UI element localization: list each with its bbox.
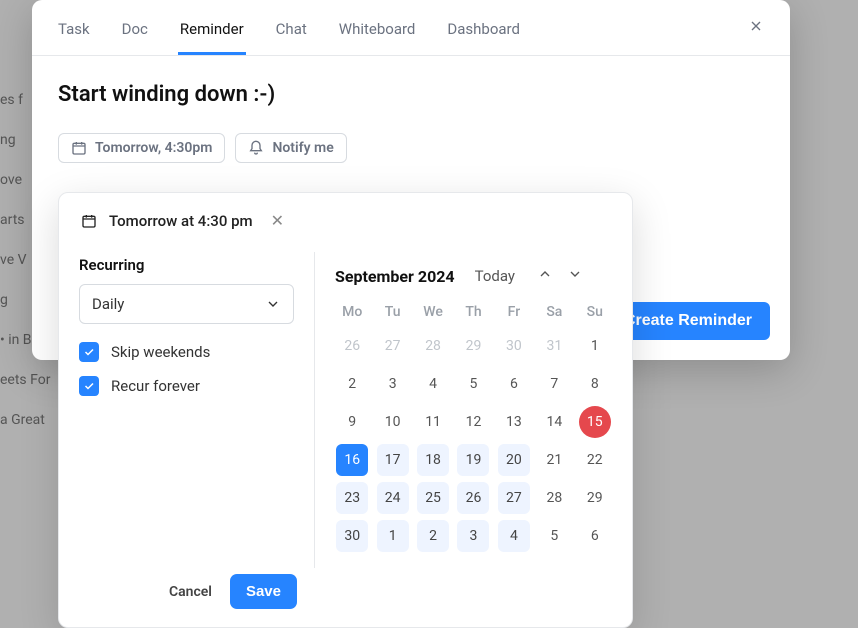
calendar-day[interactable]: 8 <box>579 368 611 400</box>
calendar-day[interactable]: 4 <box>498 520 530 552</box>
checkbox-checked-icon <box>79 342 99 362</box>
calendar-dow: Fr <box>497 304 531 324</box>
calendar-day[interactable]: 27 <box>498 482 530 514</box>
calendar-day[interactable]: 2 <box>417 520 449 552</box>
calendar-prev-icon[interactable] <box>533 264 557 288</box>
calendar-day[interactable]: 6 <box>579 520 611 552</box>
calendar-dow: Tu <box>375 304 409 324</box>
recurring-frequency-select[interactable]: Daily <box>79 284 294 324</box>
calendar-day[interactable]: 12 <box>457 406 489 438</box>
calendar-grid: MoTuWeThFrSaSu26272829303112345678910111… <box>335 304 612 552</box>
calendar-dow: Mo <box>335 304 369 324</box>
calendar-day[interactable]: 13 <box>498 406 530 438</box>
calendar-day[interactable]: 17 <box>377 444 409 476</box>
calendar-day[interactable]: 6 <box>498 368 530 400</box>
date-chip[interactable]: Tomorrow, 4:30pm <box>58 133 225 163</box>
clear-date-icon[interactable]: ✕ <box>271 211 284 230</box>
calendar-day[interactable]: 19 <box>457 444 489 476</box>
tab-reminder[interactable]: Reminder <box>178 12 246 55</box>
calendar-day[interactable]: 15 <box>579 406 611 438</box>
calendar-day[interactable]: 4 <box>417 368 449 400</box>
recurring-heading: Recurring <box>79 256 294 274</box>
calendar-today-link[interactable]: Today <box>475 267 515 285</box>
tab-task[interactable]: Task <box>56 12 92 55</box>
calendar-day[interactable]: 3 <box>377 368 409 400</box>
calendar-day[interactable]: 25 <box>417 482 449 514</box>
notify-chip[interactable]: Notify me <box>235 133 346 163</box>
calendar-day[interactable]: 9 <box>336 406 368 438</box>
recurring-frequency-value: Daily <box>92 295 124 313</box>
calendar-day[interactable]: 26 <box>336 330 368 362</box>
tab-whiteboard[interactable]: Whiteboard <box>337 12 418 55</box>
calendar-day[interactable]: 28 <box>538 482 570 514</box>
calendar-next-icon[interactable] <box>563 264 587 288</box>
calendar-icon <box>81 213 97 229</box>
calendar-day[interactable]: 26 <box>457 482 489 514</box>
calendar-dow: We <box>416 304 450 324</box>
calendar-dow: Th <box>456 304 490 324</box>
calendar-day[interactable]: 1 <box>579 330 611 362</box>
close-icon[interactable] <box>748 18 768 38</box>
recur-forever-checkbox[interactable]: Recur forever <box>79 376 294 396</box>
calendar-day[interactable]: 23 <box>336 482 368 514</box>
popover-date-text: Tomorrow at 4:30 pm <box>109 212 253 230</box>
calendar-icon <box>71 140 87 156</box>
calendar-month-title: September 2024 <box>335 267 455 286</box>
calendar-day[interactable]: 5 <box>538 520 570 552</box>
calendar-day[interactable]: 21 <box>538 444 570 476</box>
calendar-dow: Su <box>578 304 612 324</box>
calendar-day[interactable]: 27 <box>377 330 409 362</box>
calendar-day[interactable]: 11 <box>417 406 449 438</box>
calendar-day[interactable]: 20 <box>498 444 530 476</box>
calendar-day[interactable]: 24 <box>377 482 409 514</box>
calendar-day[interactable]: 5 <box>457 368 489 400</box>
calendar-day[interactable]: 28 <box>417 330 449 362</box>
tab-chat[interactable]: Chat <box>274 12 309 55</box>
popover-header: Tomorrow at 4:30 pm ✕ <box>59 193 632 252</box>
date-chip-label: Tomorrow, 4:30pm <box>95 140 212 156</box>
calendar-day[interactable]: 30 <box>336 520 368 552</box>
modal-tabs: Task Doc Reminder Chat Whiteboard Dashboard <box>32 0 790 56</box>
calendar-day[interactable]: 29 <box>457 330 489 362</box>
tab-dashboard[interactable]: Dashboard <box>445 12 522 55</box>
bell-icon <box>248 140 264 156</box>
calendar-day[interactable]: 10 <box>377 406 409 438</box>
calendar-day[interactable]: 30 <box>498 330 530 362</box>
calendar-dow: Sa <box>537 304 571 324</box>
calendar-day[interactable]: 22 <box>579 444 611 476</box>
tab-doc[interactable]: Doc <box>120 12 150 55</box>
calendar-day[interactable]: 3 <box>457 520 489 552</box>
calendar-day[interactable]: 16 <box>336 444 368 476</box>
reminder-title[interactable]: Start winding down :-) <box>58 82 764 107</box>
notify-chip-label: Notify me <box>272 140 333 156</box>
chevron-down-icon <box>265 296 281 312</box>
checkbox-checked-icon <box>79 376 99 396</box>
recur-forever-label: Recur forever <box>111 377 200 395</box>
calendar-day[interactable]: 31 <box>538 330 570 362</box>
skip-weekends-checkbox[interactable]: Skip weekends <box>79 342 294 362</box>
date-recurrence-popover: Tomorrow at 4:30 pm ✕ Recurring Daily Sk… <box>58 192 633 628</box>
calendar-panel: September 2024 Today MoTuWeThFrSaSu26272… <box>315 252 632 568</box>
calendar-day[interactable]: 2 <box>336 368 368 400</box>
calendar-day[interactable]: 18 <box>417 444 449 476</box>
calendar-day[interactable]: 7 <box>538 368 570 400</box>
calendar-day[interactable]: 1 <box>377 520 409 552</box>
recurring-panel: Recurring Daily Skip weekends Recur fore… <box>59 252 315 568</box>
calendar-day[interactable]: 29 <box>579 482 611 514</box>
skip-weekends-label: Skip weekends <box>111 343 210 361</box>
calendar-day[interactable]: 14 <box>538 406 570 438</box>
